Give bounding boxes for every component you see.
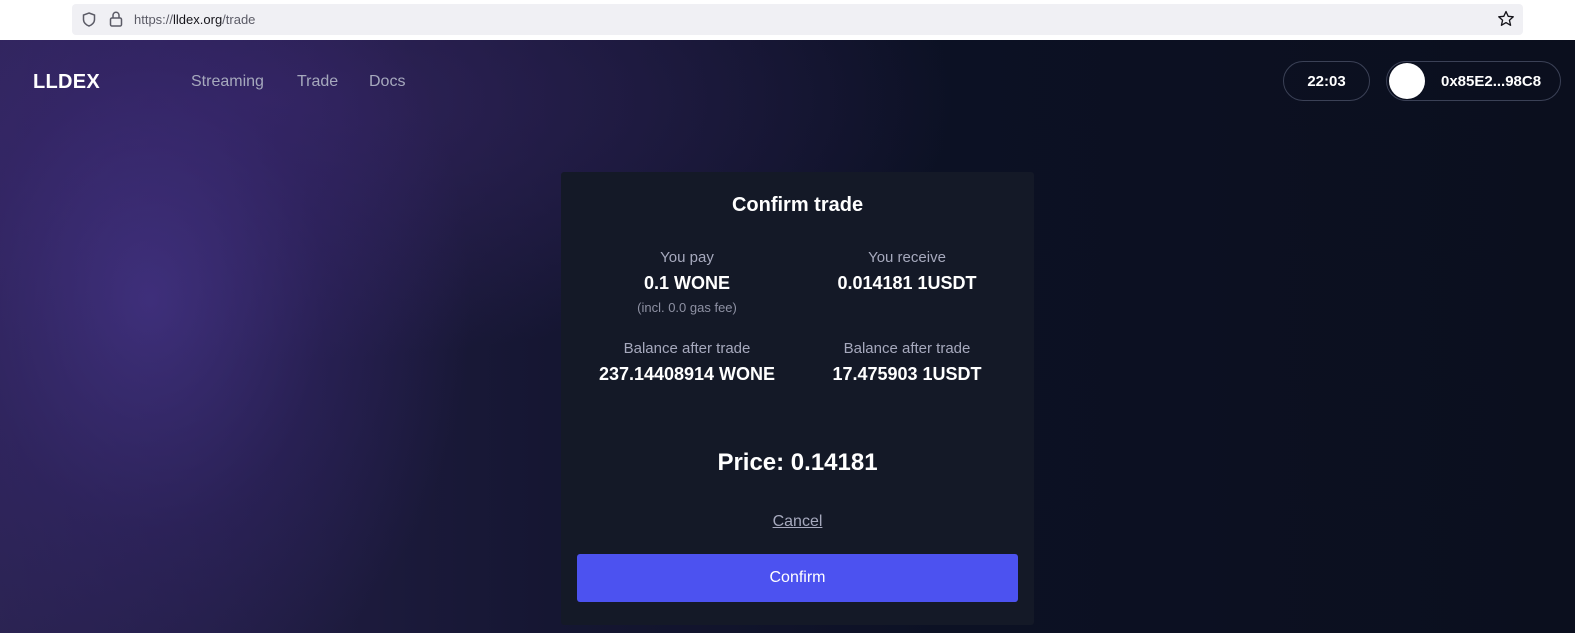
time-display[interactable]: 22:03 [1283,61,1370,101]
confirm-button[interactable]: Confirm [577,554,1018,602]
you-pay-value: 0.1 WONE [643,273,731,293]
balance-after-pay-value: 237.14408914 WONE [598,364,776,384]
url-text[interactable]: https://lldex.org/trade [134,12,255,27]
confirm-trade-modal: Confirm trade You pay 0.1 WONE (incl. 0.… [561,172,1034,625]
balance-after-pay-label: Balance after trade [623,340,751,357]
address-bar[interactable]: https://lldex.org/trade [72,4,1523,35]
you-pay-label: You pay [660,249,714,266]
app-page: LLDEX Streaming Trade Docs 22:03 0x85E2.… [0,40,1575,633]
logo[interactable]: LLDEX [33,71,100,94]
shield-icon[interactable] [82,12,96,27]
nav-trade[interactable]: Trade [297,73,338,91]
you-receive-value: 0.014181 1USDT [837,273,977,293]
nav-streaming[interactable]: Streaming [191,73,264,91]
bookmark-star-icon[interactable] [1497,10,1515,28]
you-receive-label: You receive [868,249,946,266]
balance-after-receive-label: Balance after trade [843,340,971,357]
nav-docs[interactable]: Docs [369,73,405,91]
price-display: Price: 0.14181 [717,449,878,476]
url-path: /trade [222,12,256,27]
wallet-avatar [1389,63,1425,99]
cancel-link[interactable]: Cancel [561,513,1034,531]
browser-toolbar: https://lldex.org/trade [0,0,1575,40]
wallet-address: 0x85E2...98C8 [1441,73,1542,90]
balance-after-receive-value: 17.475903 1USDT [832,364,982,384]
url-host: lldex.org [173,12,223,27]
gas-fee-note: (incl. 0.0 gas fee) [637,300,737,315]
modal-title: Confirm trade [731,194,864,216]
url-prefix: https:// [134,12,174,27]
lock-icon[interactable] [109,11,123,27]
wallet-button[interactable]: 0x85E2...98C8 [1386,61,1561,101]
